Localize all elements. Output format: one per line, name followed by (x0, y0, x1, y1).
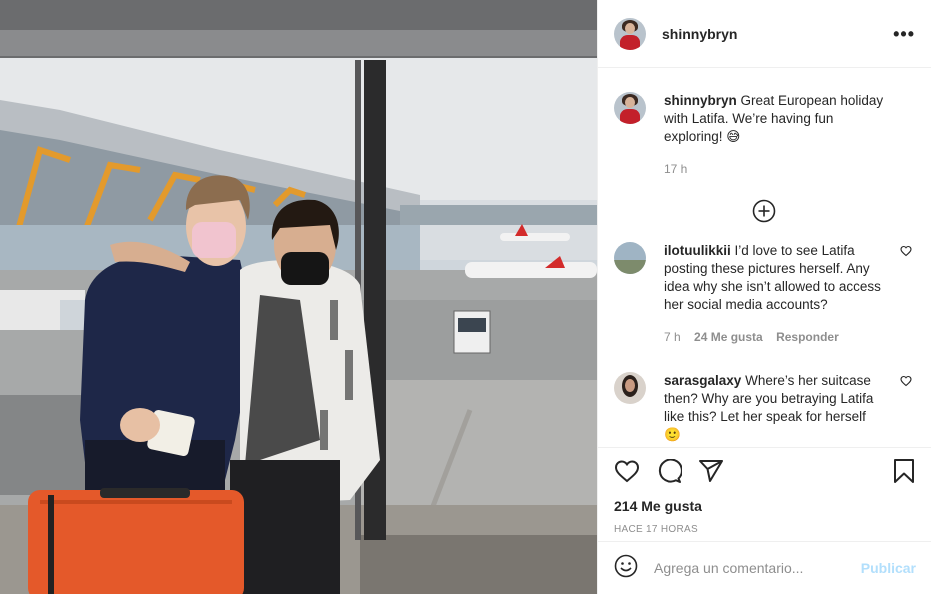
author-username[interactable]: shinnybryn (662, 26, 737, 42)
comment-item: sarasgalaxy Where’s her suitcase then? W… (614, 372, 916, 444)
action-icons (614, 448, 916, 498)
caption-meta: 17 h (664, 160, 884, 178)
share-icon[interactable] (698, 459, 724, 488)
author-avatar[interactable] (614, 17, 646, 50)
comment-username[interactable]: ilotuulikkii (664, 243, 731, 258)
caption-avatar[interactable] (614, 92, 646, 124)
comment-input[interactable] (654, 560, 844, 576)
post-panel: shinnybryn ••• shinnybryn Great European… (597, 0, 931, 594)
comment-meta: 7 h 24 Me gusta Responder (664, 328, 884, 346)
comment-item: ilotuulikkii I’d love to see Latifa post… (614, 242, 916, 346)
comment-avatar[interactable] (614, 242, 646, 274)
bookmark-icon[interactable] (892, 458, 916, 489)
caption-time[interactable]: 17 h (664, 162, 687, 176)
heart-icon[interactable] (614, 459, 640, 488)
post-header: shinnybryn ••• (598, 0, 931, 68)
add-comment-bar: Publicar (598, 541, 931, 594)
comment-avatar[interactable] (614, 372, 646, 404)
comment-username[interactable]: sarasgalaxy (664, 373, 741, 388)
post-time[interactable]: HACE 17 HORAS (614, 524, 916, 535)
emoji-icon[interactable] (614, 554, 638, 583)
comments-list[interactable]: shinnybryn Great European holiday with L… (598, 69, 931, 447)
comment-icon[interactable] (656, 458, 683, 488)
post-photo[interactable] (0, 0, 597, 594)
comment-body: sarasgalaxy Where’s her suitcase then? W… (664, 372, 884, 444)
comment-body: ilotuulikkii I’d love to see Latifa post… (664, 242, 884, 346)
reply-button[interactable]: Responder (776, 330, 839, 344)
caption: shinnybryn Great European holiday with L… (614, 92, 916, 178)
instagram-post: shinnybryn ••• shinnybryn Great European… (0, 0, 931, 594)
airport-window-photo (0, 0, 597, 594)
comment-time[interactable]: 7 h (664, 330, 681, 344)
post-actions: 214 Me gusta HACE 17 HORAS (598, 447, 931, 541)
caption-username[interactable]: shinnybryn (664, 93, 737, 108)
more-options-icon[interactable]: ••• (893, 25, 915, 43)
publish-button[interactable]: Publicar (861, 560, 916, 576)
load-more-comments-icon[interactable] (752, 199, 776, 228)
caption-body: shinnybryn Great European holiday with L… (664, 92, 884, 178)
comment-like-heart-icon[interactable] (900, 374, 912, 392)
comment-likes[interactable]: 24 Me gusta (694, 330, 763, 344)
comment-like-heart-icon[interactable] (900, 244, 912, 262)
likes-count[interactable]: 214 Me gusta (614, 498, 916, 514)
